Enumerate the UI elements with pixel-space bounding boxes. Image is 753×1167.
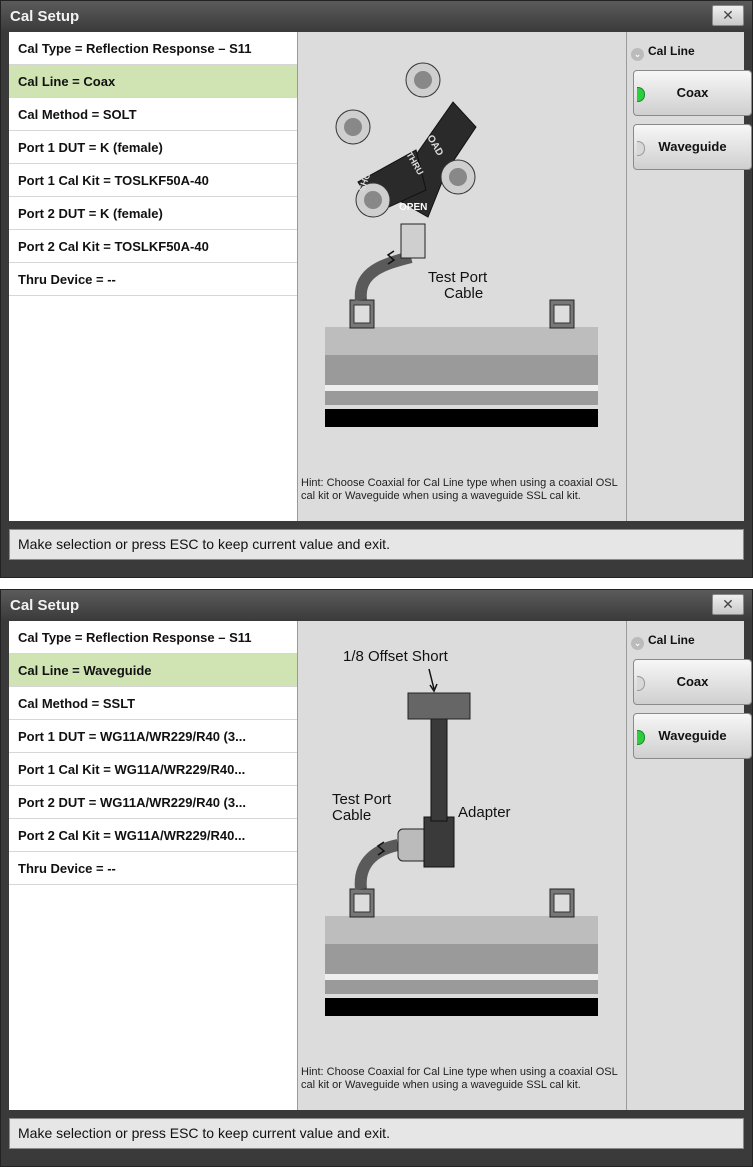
hint-text: Hint: Choose Coaxial for Cal Line type w…	[301, 1066, 618, 1091]
chevron-down-icon: ⌄	[631, 48, 644, 61]
cable-label: Cable	[444, 285, 483, 302]
dialog-title: Cal Setup	[10, 597, 80, 614]
cal-setup-dialog-coax: Cal Setup ✕ Cal Type = Reflection Respon…	[0, 0, 753, 578]
offset-short-label: 1/8 Offset Short	[343, 648, 449, 665]
cal-line-header: ⌄ Cal Line	[631, 633, 695, 650]
setting-cal-method[interactable]: Cal Method = SOLT	[9, 98, 297, 131]
waveguide-ssl-cal-diagram: 1/8 Offset Short Test Port Cable Adapter	[325, 648, 598, 1016]
waveguide-option-button[interactable]: Waveguide	[633, 124, 752, 170]
settings-list: Cal Type = Reflection Response – S11 Cal…	[9, 621, 298, 1110]
setting-port2-dut[interactable]: Port 2 DUT = WG11A/WR229/R40 (3...	[9, 786, 297, 819]
hint-text: Hint: Choose Coaxial for Cal Line type w…	[301, 477, 618, 502]
status-bar: Make selection or press ESC to keep curr…	[9, 529, 744, 560]
close-button[interactable]: ✕	[712, 594, 744, 615]
coax-option-button[interactable]: Coax	[633, 70, 752, 116]
chevron-down-icon: ⌄	[631, 637, 644, 650]
dialog-title: Cal Setup	[10, 8, 80, 25]
setting-port2-cal-kit[interactable]: Port 2 Cal Kit = WG11A/WR229/R40...	[9, 819, 297, 852]
setting-cal-method[interactable]: Cal Method = SSLT	[9, 687, 297, 720]
open-label: OPEN	[399, 202, 427, 213]
cable-connector	[400, 223, 426, 259]
setting-cal-type[interactable]: Cal Type = Reflection Response – S11	[9, 621, 297, 654]
test-port-cable	[354, 251, 413, 301]
setting-thru-device[interactable]: Thru Device = --	[9, 852, 297, 885]
setting-cal-line[interactable]: Cal Line = Waveguide	[9, 654, 297, 687]
setting-port2-cal-kit[interactable]: Port 2 Cal Kit = TOSLKF50A-40	[9, 230, 297, 263]
status-bar: Make selection or press ESC to keep curr…	[9, 1118, 744, 1149]
cal-line-panel: ⌄ Cal Line Coax Waveguide	[627, 621, 752, 1110]
test-port-label: Test Port	[428, 269, 488, 286]
setting-thru-device[interactable]: Thru Device = --	[9, 263, 297, 296]
unselected-indicator-icon	[637, 676, 645, 691]
title-bar: Cal Setup ✕	[1, 1, 752, 31]
adapter-label: Adapter	[458, 804, 511, 821]
setting-port1-dut[interactable]: Port 1 DUT = WG11A/WR229/R40 (3...	[9, 720, 297, 753]
selected-indicator-icon	[637, 730, 645, 745]
settings-list: Cal Type = Reflection Response – S11 Cal…	[9, 32, 298, 521]
title-bar: Cal Setup ✕	[1, 590, 752, 620]
setting-port2-dut[interactable]: Port 2 DUT = K (female)	[9, 197, 297, 230]
setting-cal-line[interactable]: Cal Line = Coax	[9, 65, 297, 98]
port-2-connector	[549, 888, 575, 918]
setting-port1-dut[interactable]: Port 1 DUT = K (female)	[9, 131, 297, 164]
cal-line-header: ⌄ Cal Line	[631, 44, 695, 61]
port-1-connector	[349, 299, 375, 329]
waveguide-option-button[interactable]: Waveguide	[633, 713, 752, 759]
cal-line-panel: ⌄ Cal Line Coax Waveguide	[627, 32, 752, 521]
setting-port1-cal-kit[interactable]: Port 1 Cal Kit = TOSLKF50A-40	[9, 164, 297, 197]
osl-cal-kit: LOAD THRU SHORT OPEN	[335, 62, 477, 218]
offset-short	[407, 692, 471, 720]
coax-osl-cal-diagram: LOAD THRU SHORT OPEN Test Port Cable	[325, 62, 598, 427]
cable-label: Cable	[332, 807, 371, 824]
selected-indicator-icon	[637, 87, 645, 102]
setting-cal-type[interactable]: Cal Type = Reflection Response – S11	[9, 32, 297, 65]
cal-setup-dialog-waveguide: Cal Setup ✕ Cal Type = Reflection Respon…	[0, 589, 753, 1167]
close-button[interactable]: ✕	[712, 5, 744, 26]
diagram-panel: LOAD THRU SHORT OPEN Test Port Cable Hin…	[298, 32, 627, 521]
coax-option-button[interactable]: Coax	[633, 659, 752, 705]
test-port-cable	[354, 839, 400, 890]
diagram-panel: 1/8 Offset Short Test Port Cable Adapter…	[298, 621, 627, 1110]
port-2-connector	[549, 299, 575, 329]
port-1-connector	[349, 888, 375, 918]
setting-port1-cal-kit[interactable]: Port 1 Cal Kit = WG11A/WR229/R40...	[9, 753, 297, 786]
unselected-indicator-icon	[637, 141, 645, 156]
waveguide-adapter	[397, 716, 455, 868]
test-port-label: Test Port	[332, 791, 392, 808]
